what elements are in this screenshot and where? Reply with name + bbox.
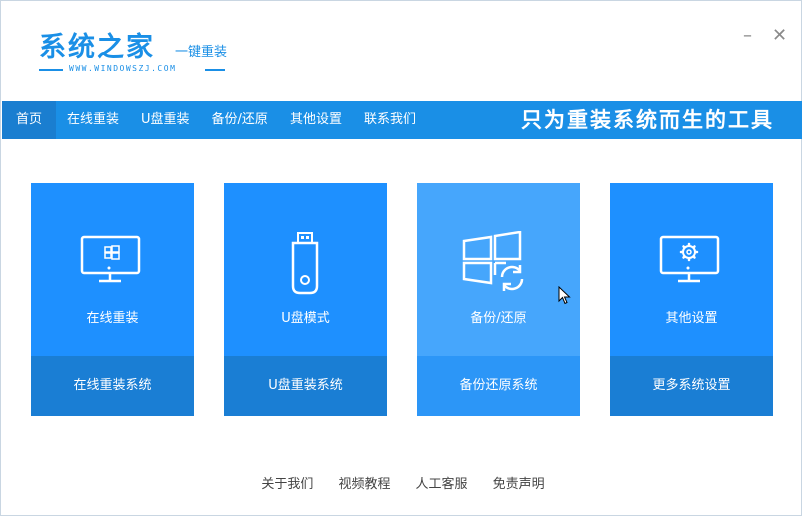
footer-link-video-tutorials[interactable]: 视频教程 bbox=[338, 473, 390, 492]
card-other-settings[interactable]: 其他设置 更多系统设置 bbox=[610, 183, 773, 416]
card-title: 在线重装 bbox=[86, 311, 139, 326]
nav-slogan: 只为重装系统而生的工具 bbox=[521, 108, 774, 132]
card-top[interactable]: 备份/还原 bbox=[417, 183, 580, 356]
online-reinstall-button[interactable]: 在线重装系统 bbox=[31, 356, 194, 416]
usb-reinstall-button[interactable]: U盘重装系统 bbox=[224, 356, 387, 416]
usb-drive-icon bbox=[265, 231, 346, 297]
card-backup-restore[interactable]: 备份/还原 备份还原系统 bbox=[417, 183, 580, 416]
main-nav: 首页 在线重装 U盘重装 备份/还原 其他设置 联系我们 只为重装系统而生的工具 bbox=[2, 101, 802, 139]
mouse-cursor-icon bbox=[558, 285, 572, 306]
card-top[interactable]: 其他设置 bbox=[610, 183, 773, 356]
logo-title: 系统之家 bbox=[39, 32, 155, 63]
card-top[interactable]: U盘模式 bbox=[224, 183, 387, 356]
app-logo: 系统之家 一键重装 WWW.WINDOWSZJ.COM bbox=[39, 25, 239, 81]
card-title: U盘模式 bbox=[281, 311, 330, 326]
nav-item-contact-us[interactable]: 联系我们 bbox=[353, 101, 427, 139]
logo-divider-right bbox=[205, 69, 225, 71]
monitor-gear-icon bbox=[651, 231, 732, 297]
card-online-reinstall[interactable]: 在线重装 在线重装系统 bbox=[31, 183, 194, 416]
nav-item-usb-reinstall[interactable]: U盘重装 bbox=[130, 101, 201, 139]
logo-url: WWW.WINDOWSZJ.COM bbox=[69, 64, 177, 73]
footer-link-customer-service[interactable]: 人工客服 bbox=[416, 473, 468, 492]
logo-divider-left bbox=[39, 69, 63, 71]
card-usb-mode[interactable]: U盘模式 U盘重装系统 bbox=[224, 183, 387, 416]
nav-item-online-reinstall[interactable]: 在线重装 bbox=[56, 101, 130, 139]
footer: 关于我们 视频教程 人工客服 免责声明 bbox=[1, 473, 804, 492]
monitor-windows-icon bbox=[72, 231, 153, 297]
minimize-button[interactable]: – bbox=[743, 25, 752, 47]
card-title: 备份/还原 bbox=[470, 311, 527, 326]
nav-item-other-settings[interactable]: 其他设置 bbox=[279, 101, 353, 139]
more-settings-button[interactable]: 更多系统设置 bbox=[610, 356, 773, 416]
nav-item-home[interactable]: 首页 bbox=[2, 101, 57, 139]
backup-restore-button[interactable]: 备份还原系统 bbox=[417, 356, 580, 416]
windows-restore-icon bbox=[458, 230, 539, 297]
app-window: 系统之家 一键重装 WWW.WINDOWSZJ.COM – ✕ 首页 在线重装 … bbox=[0, 0, 802, 516]
nav-item-backup-restore[interactable]: 备份/还原 bbox=[201, 101, 279, 139]
footer-link-about-us[interactable]: 关于我们 bbox=[261, 473, 313, 492]
card-title: 其他设置 bbox=[665, 311, 718, 326]
footer-link-disclaimer[interactable]: 免责声明 bbox=[493, 473, 545, 492]
close-button[interactable]: ✕ bbox=[772, 25, 787, 47]
logo-subtitle: 一键重装 bbox=[175, 45, 228, 60]
card-top[interactable]: 在线重装 bbox=[31, 183, 194, 356]
